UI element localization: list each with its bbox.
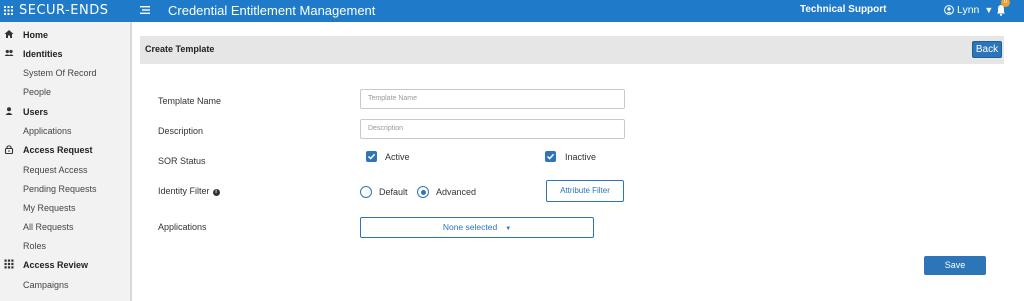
template-name-input[interactable]: Template Name (360, 89, 625, 109)
advanced-radio-label: Advanced (436, 187, 477, 197)
user-circle-icon (944, 5, 954, 15)
page-header: Create Template (140, 36, 1004, 64)
user-icon (5, 107, 13, 115)
sidebar-item-home[interactable]: Home (0, 25, 130, 44)
sidebar: Home Identities System Of Record People … (0, 22, 132, 301)
chevron-down-icon: ▼ (984, 5, 994, 15)
sidebar-item-users[interactable]: Users (0, 102, 130, 121)
sidebar-item-people[interactable]: People (0, 82, 130, 101)
active-label: Active (385, 152, 410, 162)
inactive-checkbox[interactable] (545, 151, 556, 162)
caret-down-icon: ▼ (505, 226, 512, 232)
brand-logo: SECUR-ENDS (19, 3, 109, 18)
user-menu[interactable]: Lynn ▼ (944, 4, 993, 16)
applications-label: Applications (158, 222, 207, 232)
back-button[interactable]: Back (972, 41, 1002, 58)
grid-icon (4, 259, 14, 269)
sidebar-item-all-requests[interactable]: All Requests (0, 217, 130, 236)
sidebar-item-pending-requests[interactable]: Pending Requests (0, 179, 130, 198)
hamburger-menu-icon[interactable] (140, 5, 150, 15)
sidebar-item-system-of-record[interactable]: System Of Record (0, 63, 130, 82)
default-radio[interactable] (360, 186, 372, 198)
technical-support-link[interactable]: Technical Support (800, 4, 887, 15)
home-icon (4, 30, 14, 38)
lock-icon (4, 145, 14, 154)
sor-status-label: SOR Status (158, 156, 206, 166)
info-icon[interactable]: i (212, 189, 220, 196)
sidebar-item-my-requests[interactable]: My Requests (0, 198, 130, 217)
default-radio-label: Default (379, 187, 408, 197)
inactive-label: Inactive (565, 152, 597, 162)
sidebar-item-identities[interactable]: Identities (0, 44, 130, 63)
sidebar-item-access-request[interactable]: Access Request (0, 140, 130, 159)
user-name: Lynn (957, 4, 980, 16)
page-title: Create Template (145, 44, 215, 54)
apps-grid-icon[interactable] (4, 6, 13, 15)
sidebar-item-roles[interactable]: Roles (0, 236, 130, 255)
save-button[interactable]: Save (924, 256, 986, 275)
sidebar-item-applications[interactable]: Applications (0, 121, 130, 140)
applications-selected-value: None selected (442, 222, 498, 232)
users-icon (4, 49, 14, 56)
checkmark-icon (367, 153, 376, 160)
checkmark-icon (546, 153, 555, 160)
attribute-filter-button[interactable]: Attribute Filter (546, 180, 624, 202)
applications-multiselect[interactable]: None selected ▼ (360, 217, 594, 238)
sidebar-item-request-access[interactable]: Request Access (0, 160, 130, 179)
top-navbar: SECUR-ENDS Credential Entitlement Manage… (0, 0, 1024, 22)
sidebar-item-access-review[interactable]: Access Review (0, 255, 130, 274)
sidebar-item-campaigns[interactable]: Campaigns (0, 275, 130, 294)
advanced-radio[interactable] (417, 186, 429, 198)
notification-badge: 0 (1001, 0, 1010, 7)
app-title: Credential Entitlement Management (168, 3, 376, 18)
template-name-label: Template Name (158, 96, 222, 106)
description-input[interactable]: Description (360, 119, 625, 139)
identity-filter-label: Identity Filter i (158, 186, 220, 196)
active-checkbox[interactable] (366, 151, 377, 162)
description-label: Description (158, 126, 204, 136)
